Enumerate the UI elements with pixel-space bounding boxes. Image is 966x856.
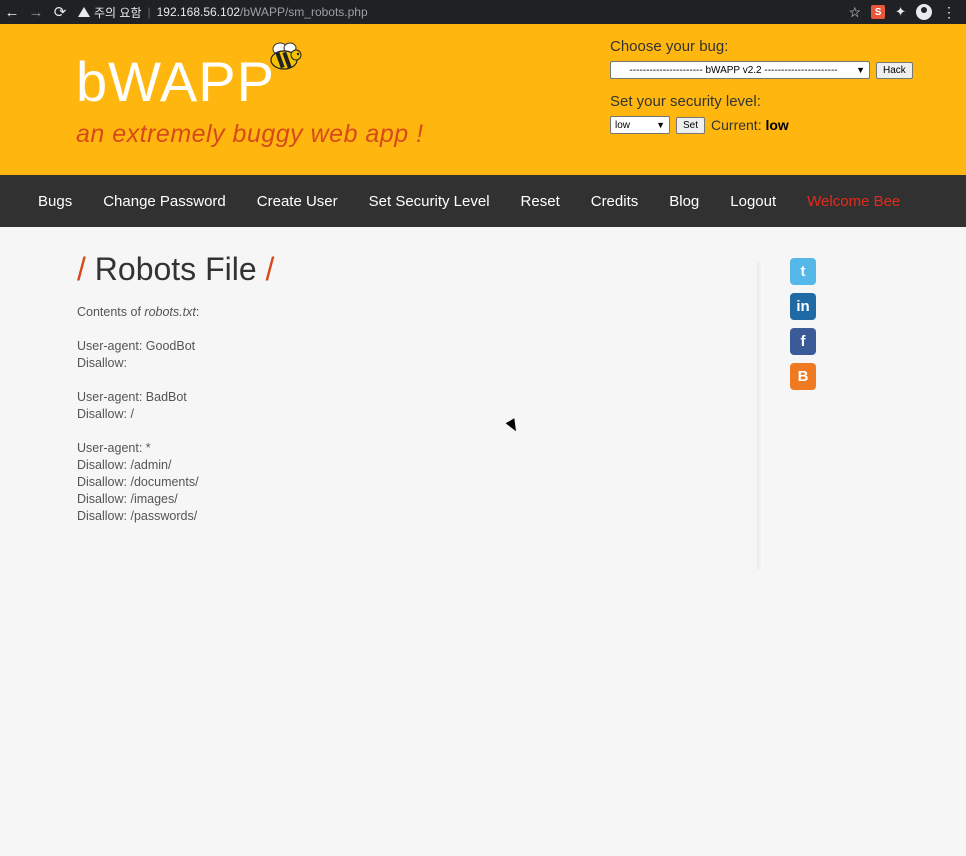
security-level-value: low bbox=[615, 119, 631, 131]
choose-bug-label: Choose your bug: bbox=[610, 38, 729, 55]
security-warning[interactable]: 주의 요함 bbox=[78, 4, 142, 21]
site-header: bWAPP an extremely buggy web app ! Choos… bbox=[0, 24, 966, 175]
bug-panel: Choose your bug: ---------------------- … bbox=[610, 38, 913, 148]
security-level-label: Set your security level: bbox=[610, 93, 761, 110]
twitter-icon[interactable]: t bbox=[790, 258, 816, 285]
reload-icon[interactable]: ⟳ bbox=[48, 0, 72, 24]
robots-line: Disallow: /passwords/ bbox=[77, 509, 198, 523]
security-warning-label: 주의 요함 bbox=[94, 5, 142, 20]
main-menu: Bugs Change Password Create User Set Sec… bbox=[0, 175, 966, 227]
bookmark-star-icon[interactable]: ☆ bbox=[849, 4, 862, 21]
bug-select[interactable]: ---------------------- bWAPP v2.2 ------… bbox=[610, 61, 870, 79]
menu-item-logout[interactable]: Logout bbox=[730, 193, 776, 210]
intro-filename: robots.txt bbox=[144, 305, 196, 319]
browser-toolbar: ← → ⟳ 주의 요함 | 192.168.56.102/bWAPP/sm_ro… bbox=[0, 0, 966, 24]
bee-logo-icon bbox=[270, 42, 302, 70]
chevron-down-icon: ▼ bbox=[656, 120, 665, 130]
back-icon[interactable]: ← bbox=[0, 0, 24, 24]
robots-line: Disallow: / bbox=[77, 407, 134, 421]
main-panel: / Robots File / Contents of robots.txt: … bbox=[77, 251, 757, 525]
extension-icon[interactable]: S bbox=[871, 5, 886, 19]
url-path: /bWAPP/sm_robots.php bbox=[240, 5, 368, 19]
address-bar[interactable]: 주의 요함 | 192.168.56.102/bWAPP/sm_robots.p… bbox=[72, 0, 849, 24]
current-security-value: low bbox=[765, 117, 789, 133]
menu-item-security-level[interactable]: Set Security Level bbox=[369, 193, 490, 210]
robots-line: Disallow: /documents/ bbox=[77, 475, 199, 489]
intro-prefix: Contents of bbox=[77, 305, 145, 319]
set-security-button[interactable]: Set bbox=[676, 116, 706, 134]
robots-line bbox=[77, 372, 757, 389]
intro-suffix: : bbox=[195, 305, 200, 319]
tagline: an extremely buggy web app ! bbox=[76, 120, 424, 148]
page-title: / Robots File / bbox=[77, 251, 757, 288]
robots-line: Disallow: bbox=[77, 356, 128, 370]
sidebar-divider bbox=[757, 261, 763, 569]
robots-line: User-agent: BadBot bbox=[77, 390, 187, 404]
url-host: 192.168.56.102 bbox=[156, 5, 241, 19]
warning-icon bbox=[78, 7, 90, 17]
robots-line: User-agent: GoodBot bbox=[77, 339, 196, 353]
current-security: Current: low bbox=[711, 117, 789, 133]
menu-item-blog[interactable]: Blog bbox=[669, 193, 699, 210]
hack-button[interactable]: Hack bbox=[876, 61, 913, 79]
menu-item-credits[interactable]: Credits bbox=[591, 193, 639, 210]
title-slash-right: / bbox=[265, 251, 275, 287]
blogger-icon[interactable]: B bbox=[790, 363, 816, 390]
menu-item-change-password[interactable]: Change Password bbox=[103, 193, 226, 210]
welcome-user: Welcome Bee bbox=[807, 192, 901, 210]
security-level-select[interactable]: low ▼ bbox=[610, 116, 670, 134]
menu-item-reset[interactable]: Reset bbox=[521, 193, 560, 210]
title-slash-left: / bbox=[77, 251, 86, 287]
forward-icon[interactable]: → bbox=[24, 0, 48, 24]
facebook-icon[interactable]: f bbox=[790, 328, 816, 355]
menu-item-bugs[interactable]: Bugs bbox=[38, 193, 72, 210]
extensions-puzzle-icon[interactable]: ✦ bbox=[895, 4, 906, 20]
robots-line: Disallow: /admin/ bbox=[77, 458, 172, 472]
address-separator: | bbox=[147, 5, 151, 19]
robots-line bbox=[77, 423, 757, 440]
robots-line: Disallow: /images/ bbox=[77, 492, 178, 506]
page-title-text: Robots File bbox=[94, 251, 257, 287]
bug-select-value: ---------------------- bWAPP v2.2 ------… bbox=[629, 64, 838, 76]
browser-menu-icon[interactable]: ⋮ bbox=[942, 4, 956, 21]
current-security-label: Current: bbox=[711, 117, 762, 133]
robots-line: User-agent: * bbox=[77, 441, 151, 455]
linkedin-icon[interactable]: in bbox=[790, 293, 816, 320]
site-logo[interactable]: bWAPP bbox=[76, 54, 275, 110]
robots-intro: Contents of robots.txt: bbox=[77, 304, 757, 321]
chevron-down-icon: ▼ bbox=[856, 65, 865, 75]
content-area: / Robots File / Contents of robots.txt: … bbox=[0, 227, 966, 856]
social-links: t in f B bbox=[790, 258, 816, 390]
robots-line bbox=[77, 321, 757, 338]
menu-item-create-user[interactable]: Create User bbox=[257, 193, 338, 210]
profile-avatar-icon[interactable] bbox=[916, 4, 932, 20]
